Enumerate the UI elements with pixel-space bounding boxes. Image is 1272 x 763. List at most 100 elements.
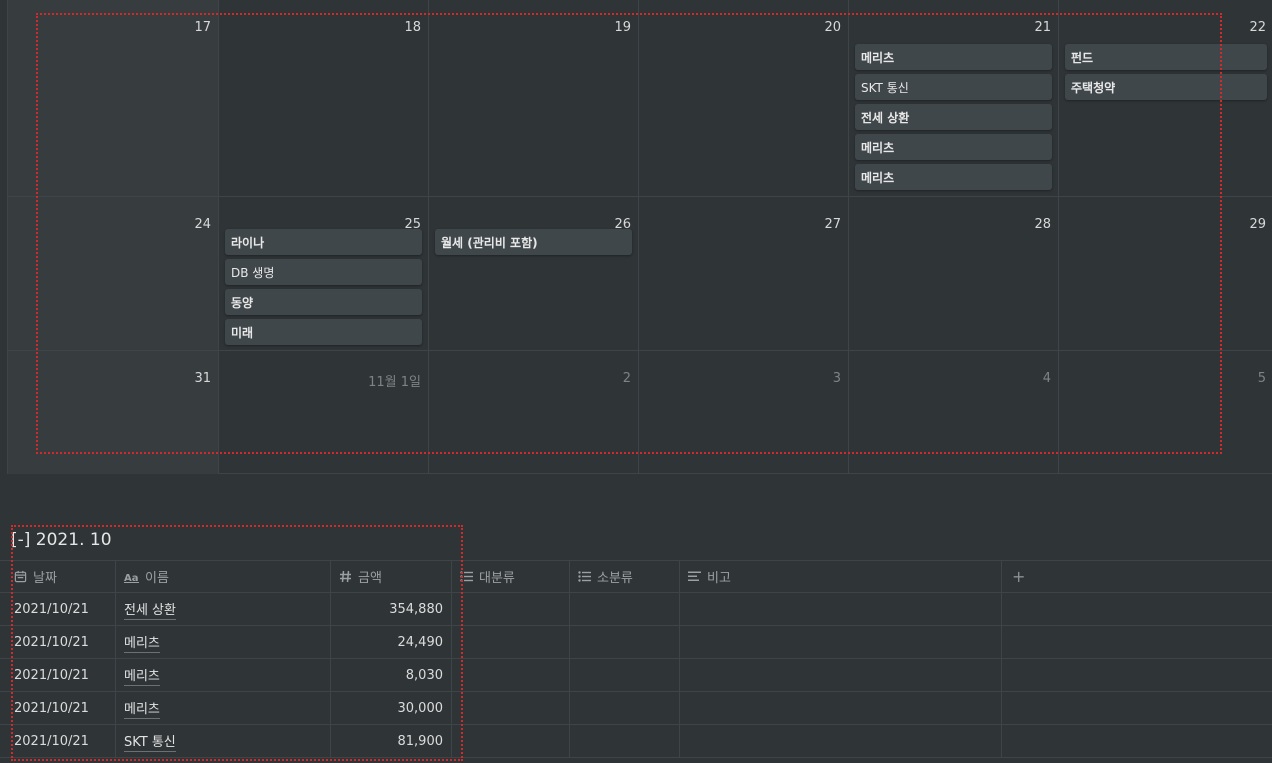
calendar-day[interactable]: 29 xyxy=(1059,196,1272,350)
calendar-day[interactable]: 28 xyxy=(849,196,1059,350)
calendar-day[interactable]: 26 월세 (관리비 포함) xyxy=(429,196,639,350)
day-number: 27 xyxy=(824,217,841,232)
date-cell[interactable]: 2021/10/21 xyxy=(0,725,116,757)
note-cell[interactable] xyxy=(680,725,1002,757)
category-cell[interactable] xyxy=(452,593,570,625)
amount-cell[interactable]: 354,880 xyxy=(331,593,452,625)
row-title-link[interactable]: 전세 상환 xyxy=(124,599,176,620)
table-row[interactable]: 2021/10/21 SKT 통신 81,900 xyxy=(0,725,1272,758)
column-header-amount[interactable]: 금액 xyxy=(331,561,452,592)
event-card[interactable]: SKT 통신 xyxy=(855,74,1052,100)
table-title[interactable]: [-] 2021. 10 xyxy=(11,530,112,550)
event-card[interactable]: 라이나 xyxy=(225,229,422,255)
date-cell[interactable]: 2021/10/21 xyxy=(0,626,116,658)
list-icon xyxy=(460,571,473,582)
calendar-day[interactable]: 31 xyxy=(8,350,219,474)
day-number: 5 xyxy=(1257,371,1266,386)
date-cell[interactable]: 2021/10/21 xyxy=(0,692,116,724)
column-header-category[interactable]: 대분류 xyxy=(452,561,570,592)
column-header-subcategory[interactable]: 소분류 xyxy=(570,561,680,592)
day-number: 31 xyxy=(194,371,211,386)
empty-cell xyxy=(1002,626,1272,658)
table-row[interactable]: 2021/10/21 메리츠 24,490 xyxy=(0,626,1272,659)
calendar-month-view: 17 18 19 20 21 메리츠 SKT 통신 전세 상환 메리츠 메리츠 … xyxy=(7,0,1272,474)
day-number: 22 xyxy=(1249,20,1266,35)
row-title-link[interactable]: 메리츠 xyxy=(124,698,160,719)
table-header-row: 날짜 Aa 이름 금액 대분류 소분류 비고 + xyxy=(0,560,1272,593)
row-title-link[interactable]: 메리츠 xyxy=(124,632,160,653)
name-cell[interactable]: 메리츠 xyxy=(116,626,331,658)
row-title-link[interactable]: SKT 통신 xyxy=(124,731,176,752)
add-column-button[interactable]: + xyxy=(1002,561,1272,592)
database-table: 날짜 Aa 이름 금액 대분류 소분류 비고 + 2021/10/21 전세 상… xyxy=(0,560,1272,758)
date-cell[interactable]: 2021/10/21 xyxy=(0,659,116,691)
amount-cell[interactable]: 81,900 xyxy=(331,725,452,757)
calendar-day[interactable]: 11월 1일 xyxy=(219,350,429,474)
empty-cell xyxy=(1002,659,1272,691)
note-cell[interactable] xyxy=(680,659,1002,691)
note-cell[interactable] xyxy=(680,692,1002,724)
category-cell[interactable] xyxy=(452,725,570,757)
calendar-day[interactable]: 22 펀드 주택청약 xyxy=(1059,0,1272,196)
calendar-day[interactable]: 17 xyxy=(8,0,219,196)
calendar-day[interactable]: 3 xyxy=(639,350,849,474)
event-card[interactable]: DB 생명 xyxy=(225,259,422,285)
day-number: 17 xyxy=(194,20,211,35)
event-card[interactable]: 전세 상환 xyxy=(855,104,1052,130)
amount-cell[interactable]: 30,000 xyxy=(331,692,452,724)
empty-cell xyxy=(1002,593,1272,625)
column-header-note[interactable]: 비고 xyxy=(680,561,1002,592)
event-card[interactable]: 동양 xyxy=(225,289,422,315)
date-cell[interactable]: 2021/10/21 xyxy=(0,593,116,625)
column-header-name[interactable]: Aa 이름 xyxy=(116,561,331,592)
event-card[interactable]: 월세 (관리비 포함) xyxy=(435,229,632,255)
note-cell[interactable] xyxy=(680,626,1002,658)
name-cell[interactable]: 메리츠 xyxy=(116,659,331,691)
note-cell[interactable] xyxy=(680,593,1002,625)
calendar-icon xyxy=(14,570,27,583)
calendar-week: 24 25 라이나 DB 생명 동양 미래 26 월세 (관리비 포함) 27 … xyxy=(8,196,1272,350)
subcategory-cell[interactable] xyxy=(570,692,680,724)
row-title-link[interactable]: 메리츠 xyxy=(124,665,160,686)
table-row[interactable]: 2021/10/21 메리츠 30,000 xyxy=(0,692,1272,725)
subcategory-cell[interactable] xyxy=(570,725,680,757)
event-card[interactable]: 펀드 xyxy=(1065,44,1267,70)
category-cell[interactable] xyxy=(452,659,570,691)
column-header-date[interactable]: 날짜 xyxy=(0,561,116,592)
event-card[interactable]: 메리츠 xyxy=(855,134,1052,160)
calendar-day[interactable]: 5 xyxy=(1059,350,1272,474)
table-row[interactable]: 2021/10/21 전세 상환 354,880 xyxy=(0,593,1272,626)
amount-cell[interactable]: 24,490 xyxy=(331,626,452,658)
day-number: 21 xyxy=(1034,20,1051,35)
calendar-day[interactable]: 20 xyxy=(639,0,849,196)
subcategory-cell[interactable] xyxy=(570,659,680,691)
calendar-day[interactable]: 4 xyxy=(849,350,1059,474)
event-card[interactable]: 메리츠 xyxy=(855,164,1052,190)
calendar-day[interactable]: 2 xyxy=(429,350,639,474)
number-hash-icon xyxy=(339,570,352,583)
table-body: 2021/10/21 전세 상환 354,880 2021/10/21 메리츠 … xyxy=(0,593,1272,758)
calendar-day[interactable]: 24 xyxy=(8,196,219,350)
name-cell[interactable]: 메리츠 xyxy=(116,692,331,724)
calendar-day[interactable]: 27 xyxy=(639,196,849,350)
name-cell[interactable]: 전세 상환 xyxy=(116,593,331,625)
calendar-day[interactable]: 25 라이나 DB 생명 동양 미래 xyxy=(219,196,429,350)
event-card[interactable]: 주택청약 xyxy=(1065,74,1267,100)
amount-cell[interactable]: 8,030 xyxy=(331,659,452,691)
empty-cell xyxy=(1002,725,1272,757)
calendar-day[interactable]: 19 xyxy=(429,0,639,196)
subcategory-cell[interactable] xyxy=(570,593,680,625)
calendar-day[interactable]: 18 xyxy=(219,0,429,196)
category-cell[interactable] xyxy=(452,692,570,724)
event-list: 펀드 주택청약 xyxy=(1065,44,1267,104)
category-cell[interactable] xyxy=(452,626,570,658)
event-list: 라이나 DB 생명 동양 미래 xyxy=(225,229,422,349)
table-row[interactable]: 2021/10/21 메리츠 8,030 xyxy=(0,659,1272,692)
subcategory-cell[interactable] xyxy=(570,626,680,658)
name-cell[interactable]: SKT 통신 xyxy=(116,725,331,757)
event-list: 메리츠 SKT 통신 전세 상환 메리츠 메리츠 xyxy=(855,44,1052,194)
event-card[interactable]: 메리츠 xyxy=(855,44,1052,70)
event-card[interactable]: 미래 xyxy=(225,319,422,345)
calendar-day[interactable]: 21 메리츠 SKT 통신 전세 상환 메리츠 메리츠 xyxy=(849,0,1059,196)
calendar-week: 17 18 19 20 21 메리츠 SKT 통신 전세 상환 메리츠 메리츠 … xyxy=(8,0,1272,196)
